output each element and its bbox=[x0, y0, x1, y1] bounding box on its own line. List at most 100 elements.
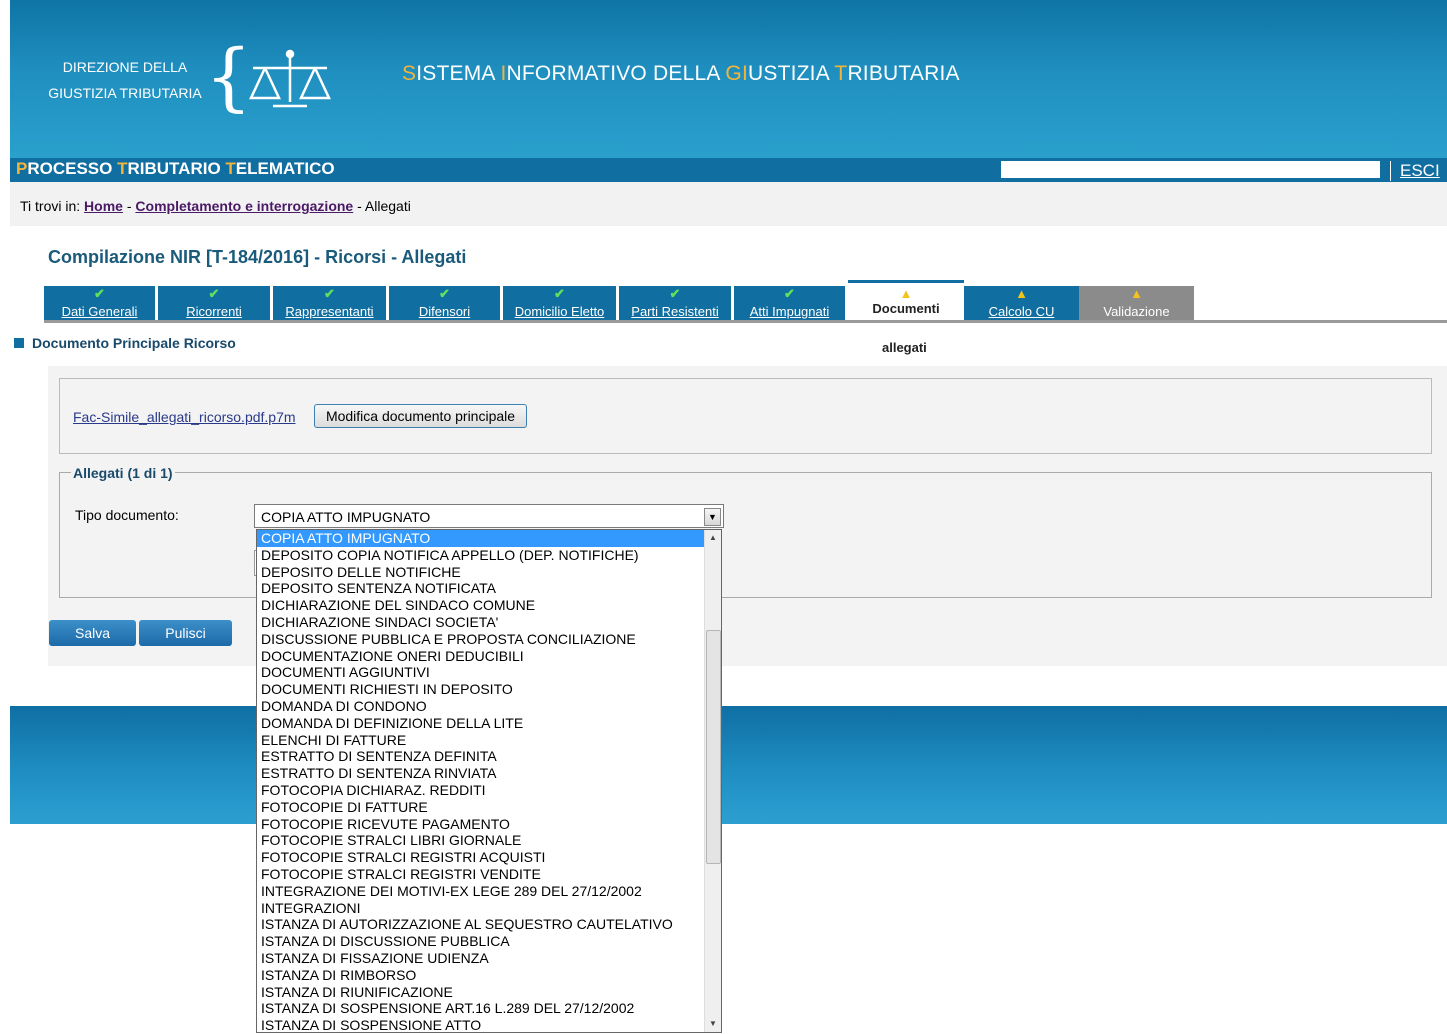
check-icon: ✔ bbox=[208, 286, 220, 301]
dropdown-option[interactable]: DEPOSITO SENTENZA NOTIFICATA bbox=[257, 580, 706, 597]
warning-icon: ▲ bbox=[1130, 286, 1143, 301]
logout-link[interactable]: ESCI bbox=[1400, 161, 1440, 181]
scrollbar[interactable]: ▲ ▼ bbox=[704, 530, 721, 1032]
breadcrumb-completamento-link[interactable]: Completamento e interrogazione bbox=[135, 198, 353, 214]
tipo-documento-select[interactable]: COPIA ATTO IMPUGNATO ▼ bbox=[254, 504, 724, 528]
tab-label: Documenti bbox=[872, 301, 940, 316]
dropdown-option[interactable]: INTEGRAZIONE DEI MOTIVI-EX LEGE 289 DEL … bbox=[257, 883, 706, 900]
section-header: Documento Principale Ricorso bbox=[10, 335, 236, 351]
dropdown-option[interactable]: ISTANZA DI AUTORIZZAZIONE AL SEQUESTRO C… bbox=[257, 916, 706, 933]
dropdown-option[interactable]: ELENCHI DI FATTURE bbox=[257, 732, 706, 749]
dropdown-option[interactable]: ISTANZA DI DISCUSSIONE PUBBLICA bbox=[257, 933, 706, 950]
breadcrumb-separator: - bbox=[126, 198, 132, 214]
scales-of-justice-icon bbox=[249, 49, 331, 108]
tab-documenti[interactable]: ▲ Documenti bbox=[848, 280, 964, 322]
dropdown-option[interactable]: FOTOCOPIE STRALCI REGISTRI ACQUISTI bbox=[257, 849, 706, 866]
dropdown-option[interactable]: DICHIARAZIONE SINDACI SOCIETA' bbox=[257, 614, 706, 631]
dropdown-option[interactable]: ISTANZA DI FISSAZIONE UDIENZA bbox=[257, 950, 706, 967]
dropdown-option[interactable]: DOCUMENTAZIONE ONERI DEDUCIBILI bbox=[257, 648, 706, 665]
footer-band bbox=[10, 706, 1447, 824]
breadcrumb-separator: - bbox=[357, 198, 362, 214]
breadcrumb-prefix: Ti trovi in: bbox=[20, 198, 81, 214]
dropdown-option[interactable]: INTEGRAZIONI bbox=[257, 900, 706, 917]
chevron-down-icon[interactable]: ▼ bbox=[704, 508, 721, 526]
square-bullet-icon bbox=[14, 338, 24, 348]
section-title: Documento Principale Ricorso bbox=[32, 335, 236, 351]
tab-label: Calcolo CU bbox=[988, 304, 1055, 319]
save-button[interactable]: Salva bbox=[49, 620, 136, 646]
header-banner: DIREZIONE DELLA GIUSTIZIA TRIBUTARIA { S… bbox=[10, 0, 1447, 158]
org-name-line1: DIREZIONE DELLA bbox=[62, 59, 188, 75]
tab-label: Validazione bbox=[1103, 304, 1170, 319]
user-info-field bbox=[1001, 161, 1380, 178]
scrollbar-thumb[interactable] bbox=[706, 630, 721, 864]
tab-ricorrenti[interactable]: ✔ Ricorrenti bbox=[158, 286, 270, 322]
dropdown-option[interactable]: FOTOCOPIE STRALCI REGISTRI VENDITE bbox=[257, 866, 706, 883]
dropdown-option[interactable]: ISTANZA DI SOSPENSIONE ATTO bbox=[257, 1017, 706, 1034]
tab-label: Ricorrenti bbox=[186, 304, 242, 319]
tab-rappresentanti[interactable]: ✔ Rappresentanti bbox=[273, 286, 386, 322]
dropdown-option[interactable]: ISTANZA DI RIMBORSO bbox=[257, 967, 706, 984]
dropdown-option[interactable]: DOMANDA DI DEFINIZIONE DELLA LITE bbox=[257, 715, 706, 732]
tab-dati-generali[interactable]: ✔ Dati Generali bbox=[44, 286, 155, 322]
tab-label: Rappresentanti bbox=[285, 304, 374, 319]
dropdown-option[interactable]: DOCUMENTI AGGIUNTIVI bbox=[257, 664, 706, 681]
check-icon: ✔ bbox=[94, 286, 105, 301]
org-name-line2: GIUSTIZIA TRIBUTARIA bbox=[48, 85, 202, 101]
tab-validazione[interactable]: ▲ Validazione bbox=[1079, 286, 1194, 322]
check-icon: ✔ bbox=[324, 286, 335, 301]
tab-label: Parti Resistenti bbox=[631, 304, 719, 319]
tab-atti-impugnati[interactable]: ✔ Atti Impugnati bbox=[734, 286, 845, 322]
dropdown-option[interactable]: DISCUSSIONE PUBBLICA E PROPOSTA CONCILIA… bbox=[257, 631, 706, 648]
dropdown-option[interactable]: ESTRATTO DI SENTENZA DEFINITA bbox=[257, 748, 706, 765]
tab-parti-resistenti[interactable]: ✔ Parti Resistenti bbox=[619, 286, 731, 322]
check-icon: ✔ bbox=[669, 286, 681, 301]
tab-domicilio-eletto[interactable]: ✔ Domicilio Eletto bbox=[503, 286, 616, 322]
dropdown-option[interactable]: DEPOSITO DELLE NOTIFICHE bbox=[257, 564, 706, 581]
tab-label: Dati Generali bbox=[61, 304, 138, 319]
dropdown-option[interactable]: DICHIARAZIONE DEL SINDACO COMUNE bbox=[257, 597, 706, 614]
dropdown-option[interactable]: DEPOSITO COPIA NOTIFICA APPELLO (DEP. NO… bbox=[257, 547, 706, 564]
page: DIREZIONE DELLA GIUSTIZIA TRIBUTARIA { S… bbox=[10, 0, 1447, 1034]
dropdown-option[interactable]: COPIA ATTO IMPUGNATO bbox=[257, 530, 706, 547]
warning-icon: ▲ bbox=[1015, 286, 1028, 301]
dropdown-option[interactable]: FOTOCOPIE DI FATTURE bbox=[257, 799, 706, 816]
warning-icon: ▲ bbox=[899, 286, 913, 301]
subtab-label: allegati bbox=[882, 340, 927, 355]
main-document-link[interactable]: Fac-Simile_allegati_ricorso.pdf.p7m bbox=[73, 409, 296, 425]
org-name: DIREZIONE DELLA GIUSTIZIA TRIBUTARIA bbox=[30, 54, 220, 106]
check-icon: ✔ bbox=[439, 286, 450, 301]
check-icon: ✔ bbox=[784, 286, 795, 301]
dropdown-option[interactable]: FOTOCOPIA DICHIARAZ. REDDITI bbox=[257, 782, 706, 799]
divider bbox=[1390, 161, 1391, 181]
subsystem-bar: PROCESSO TRIBUTARIO TELEMATICO ESCI bbox=[10, 158, 1447, 182]
select-value: COPIA ATTO IMPUGNATO bbox=[261, 509, 431, 525]
tab-label: Domicilio Eletto bbox=[514, 304, 605, 319]
clear-button[interactable]: Pulisci bbox=[139, 620, 232, 646]
dropdown-options: COPIA ATTO IMPUGNATO DEPOSITO COPIA NOTIF… bbox=[257, 530, 706, 1034]
tab-label: Difensori bbox=[418, 304, 471, 319]
dropdown-option[interactable]: ISTANZA DI SOSPENSIONE ART.16 L.289 DEL … bbox=[257, 1000, 706, 1017]
dropdown-option[interactable]: FOTOCOPIE RICEVUTE PAGAMENTO bbox=[257, 816, 706, 833]
dropdown-option[interactable]: DOMANDA DI CONDONO bbox=[257, 698, 706, 715]
dropdown-option[interactable]: FOTOCOPIE STRALCI LIBRI GIORNALE bbox=[257, 832, 706, 849]
subsystem-title: PROCESSO TRIBUTARIO TELEMATICO bbox=[16, 159, 335, 178]
dropdown-option[interactable]: DOCUMENTI RICHIESTI IN DEPOSITO bbox=[257, 681, 706, 698]
scroll-up-icon[interactable]: ▲ bbox=[705, 530, 721, 546]
tab-calcolo-cu[interactable]: ▲ Calcolo CU bbox=[964, 286, 1079, 322]
tab-difensori[interactable]: ✔ Difensori bbox=[389, 286, 500, 322]
breadcrumb-current: Allegati bbox=[364, 198, 411, 214]
tab-label: Atti Impugnati bbox=[749, 304, 830, 319]
scroll-down-icon[interactable]: ▼ bbox=[705, 1016, 721, 1032]
breadcrumb: Ti trovi in: Home - Completamento e inte… bbox=[10, 182, 1447, 226]
tipo-documento-label: Tipo documento: bbox=[75, 507, 179, 523]
modify-document-button[interactable]: Modifica documento principale bbox=[314, 404, 527, 428]
breadcrumb-home-link[interactable]: Home bbox=[84, 198, 123, 214]
check-icon: ✔ bbox=[554, 286, 565, 301]
tipo-documento-dropdown[interactable]: COPIA ATTO IMPUGNATO DEPOSITO COPIA NOTIF… bbox=[256, 529, 722, 1033]
dropdown-option[interactable]: ESTRATTO DI SENTENZA RINVIATA bbox=[257, 765, 706, 782]
tab-underline bbox=[44, 320, 1447, 323]
page-title: Compilazione NIR [T-184/2016] - Ricorsi … bbox=[48, 247, 467, 267]
attachments-legend: Allegati (1 di 1) bbox=[71, 465, 175, 481]
dropdown-option[interactable]: ISTANZA DI RIUNIFICAZIONE bbox=[257, 984, 706, 1001]
